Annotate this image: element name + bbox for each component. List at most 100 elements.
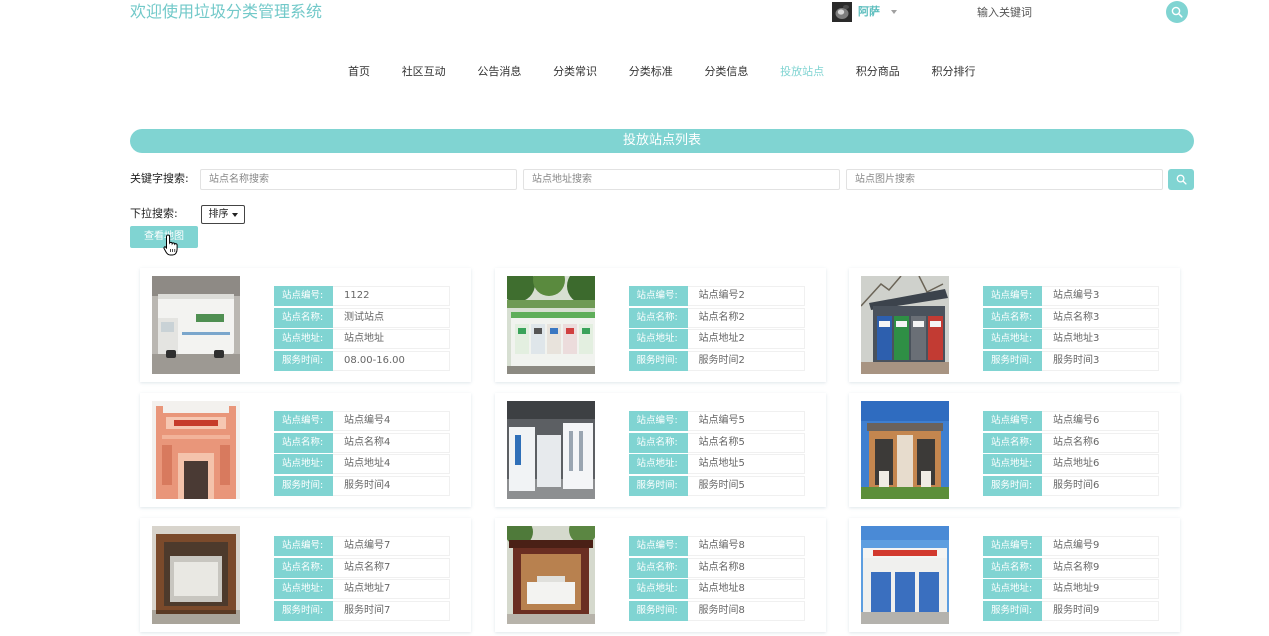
global-search-button[interactable] xyxy=(1166,1,1188,23)
nav-item-announcements[interactable]: 公告消息 xyxy=(477,65,521,79)
station-address-value: 站点地址6 xyxy=(1042,454,1159,474)
station-info: 站点编号: 1122 站点名称: 测试站点 站点地址: 站点地址 服务时间: 08.00-16… xyxy=(274,286,450,372)
station-name-search-input[interactable] xyxy=(200,169,517,190)
station-photo[interactable] xyxy=(506,526,595,624)
station-name-value: 站点名称3 xyxy=(1042,307,1159,328)
service-hours-value: 服务时间2 xyxy=(687,350,805,371)
station-id-row: 站点编号: 站点编号3 xyxy=(983,286,1159,306)
station-address-row: 站点地址: 站点地址3 xyxy=(983,329,1159,349)
station-card[interactable]: 站点编号: 站点编号7 站点名称: 站点名称7 站点地址: 站点地址7 服务时间: 服务时间7 xyxy=(140,518,471,632)
station-address-row: 站点地址: 站点地址 xyxy=(274,329,450,349)
station-address-value: 站点地址9 xyxy=(1042,579,1159,599)
service-hours-row: 服务时间: 服务时间6 xyxy=(983,475,1159,496)
sort-dropdown-label: 排序 xyxy=(208,209,229,220)
station-card[interactable]: 站点编号: 站点编号2 站点名称: 站点名称2 站点地址: 站点地址2 服务时间: 服务时间2 xyxy=(494,268,826,382)
station-id-label: 站点编号: xyxy=(274,536,333,556)
nav-item-classification-knowledge[interactable]: 分类常识 xyxy=(553,65,597,79)
station-name-value: 测试站点 xyxy=(333,307,450,328)
station-photo[interactable] xyxy=(152,401,240,499)
station-name-row: 站点名称: 站点名称2 xyxy=(628,307,805,328)
station-id-row: 站点编号: 站点编号4 xyxy=(274,411,450,431)
station-id-value: 站点编号6 xyxy=(1042,411,1159,431)
station-card[interactable]: 站点编号: 站点编号5 站点名称: 站点名称5 站点地址: 站点地址5 服务时间: 服务时间5 xyxy=(494,393,826,507)
service-hours-label: 服务时间: xyxy=(274,600,333,621)
station-name-row: 站点名称: 站点名称5 xyxy=(628,432,805,453)
station-name-label: 站点名称: xyxy=(983,557,1042,578)
station-name-value: 站点名称9 xyxy=(1042,557,1159,578)
station-name-value: 站点名称2 xyxy=(687,307,805,328)
station-photo[interactable] xyxy=(861,401,949,499)
caret-down-icon xyxy=(231,212,238,217)
station-name-value: 站点名称6 xyxy=(1042,432,1159,453)
station-card[interactable]: 站点编号: 站点编号9 站点名称: 站点名称9 站点地址: 站点地址9 服务时间: 服务时间9 xyxy=(849,518,1180,632)
service-hours-label: 服务时间: xyxy=(628,600,688,621)
station-id-value: 1122 xyxy=(333,286,450,306)
station-id-value: 站点编号5 xyxy=(687,411,805,431)
service-hours-label: 服务时间: xyxy=(628,475,688,496)
nav-item-drop-off-stations[interactable]: 投放站点 xyxy=(780,65,824,79)
station-photo[interactable] xyxy=(506,401,595,499)
station-address-row: 站点地址: 站点地址9 xyxy=(983,579,1159,599)
nav-item-classification-standards[interactable]: 分类标准 xyxy=(629,65,673,79)
sort-dropdown[interactable]: 排序 xyxy=(201,205,245,224)
search-icon xyxy=(1171,6,1183,18)
station-info: 站点编号: 站点编号9 站点名称: 站点名称9 站点地址: 站点地址9 服务时间: 服务时间9 xyxy=(983,536,1159,622)
station-card[interactable]: 站点编号: 站点编号4 站点名称: 站点名称4 站点地址: 站点地址4 服务时间: 服务时间4 xyxy=(140,393,471,507)
service-hours-row: 服务时间: 服务时间5 xyxy=(628,475,805,496)
station-id-row: 站点编号: 站点编号6 xyxy=(983,411,1159,431)
station-id-label: 站点编号: xyxy=(628,286,688,306)
nav-item-community[interactable]: 社区互动 xyxy=(402,65,446,79)
caret-down-icon[interactable] xyxy=(891,10,897,14)
user-name[interactable]: 阿萨 xyxy=(858,5,880,19)
service-hours-row: 服务时间: 服务时间3 xyxy=(983,350,1159,371)
station-photo[interactable] xyxy=(506,276,595,374)
station-address-value: 站点地址4 xyxy=(333,454,450,474)
station-photo[interactable] xyxy=(861,276,949,374)
hand-pointer-icon xyxy=(163,234,179,256)
service-hours-row: 服务时间: 服务时间8 xyxy=(628,600,805,621)
station-address-value: 站点地址 xyxy=(333,329,450,349)
global-search-input[interactable] xyxy=(968,1,1158,23)
filter-search-button[interactable] xyxy=(1168,169,1194,190)
station-name-row: 站点名称: 站点名称3 xyxy=(983,307,1159,328)
station-id-value: 站点编号4 xyxy=(333,411,450,431)
nav-item-points-ranking[interactable]: 积分排行 xyxy=(932,65,976,79)
station-address-label: 站点地址: xyxy=(628,454,688,474)
dropdown-search-label: 下拉搜索: xyxy=(130,207,178,220)
station-image-search-input[interactable] xyxy=(846,169,1163,190)
station-id-row: 站点编号: 站点编号2 xyxy=(628,286,805,306)
nav-item-home[interactable]: 首页 xyxy=(348,65,370,79)
station-name-label: 站点名称: xyxy=(274,307,333,328)
user-avatar[interactable] xyxy=(832,2,852,22)
service-hours-value: 服务时间8 xyxy=(687,600,805,621)
station-info: 站点编号: 站点编号8 站点名称: 站点名称8 站点地址: 站点地址8 服务时间: 服务时间8 xyxy=(628,536,805,622)
station-name-value: 站点名称8 xyxy=(687,557,805,578)
station-id-value: 站点编号9 xyxy=(1042,536,1159,556)
service-hours-row: 服务时间: 服务时间7 xyxy=(274,600,450,621)
station-address-value: 站点地址5 xyxy=(687,454,805,474)
station-card[interactable]: 站点编号: 站点编号3 站点名称: 站点名称3 站点地址: 站点地址3 服务时间: 服务时间3 xyxy=(849,268,1180,382)
station-card[interactable]: 站点编号: 1122 站点名称: 测试站点 站点地址: 站点地址 服务时间: 08.00-16… xyxy=(140,268,471,382)
station-photo[interactable] xyxy=(861,526,949,624)
station-card[interactable]: 站点编号: 站点编号8 站点名称: 站点名称8 站点地址: 站点地址8 服务时间: 服务时间8 xyxy=(494,518,826,632)
service-hours-label: 服务时间: xyxy=(983,600,1042,621)
station-info: 站点编号: 站点编号2 站点名称: 站点名称2 站点地址: 站点地址2 服务时间: 服务时间2 xyxy=(628,286,805,372)
station-address-label: 站点地址: xyxy=(983,329,1042,349)
station-name-label: 站点名称: xyxy=(628,557,688,578)
station-info: 站点编号: 站点编号6 站点名称: 站点名称6 站点地址: 站点地址6 服务时间: 服务时间6 xyxy=(983,411,1159,497)
search-icon xyxy=(1176,174,1187,185)
station-address-value: 站点地址7 xyxy=(333,579,450,599)
station-name-row: 站点名称: 站点名称4 xyxy=(274,432,450,453)
station-id-label: 站点编号: xyxy=(274,286,333,306)
service-hours-row: 服务时间: 服务时间2 xyxy=(628,350,805,371)
station-address-value: 站点地址2 xyxy=(687,329,805,349)
service-hours-label: 服务时间: xyxy=(274,475,333,496)
nav-item-classification-info[interactable]: 分类信息 xyxy=(704,65,748,79)
station-id-label: 站点编号: xyxy=(628,536,688,556)
nav-item-points-goods[interactable]: 积分商品 xyxy=(856,65,900,79)
station-name-value: 站点名称4 xyxy=(333,432,450,453)
station-address-search-input[interactable] xyxy=(523,169,840,190)
station-photo[interactable] xyxy=(152,526,240,624)
station-photo[interactable] xyxy=(152,276,240,374)
station-card[interactable]: 站点编号: 站点编号6 站点名称: 站点名称6 站点地址: 站点地址6 服务时间: 服务时间6 xyxy=(849,393,1180,507)
